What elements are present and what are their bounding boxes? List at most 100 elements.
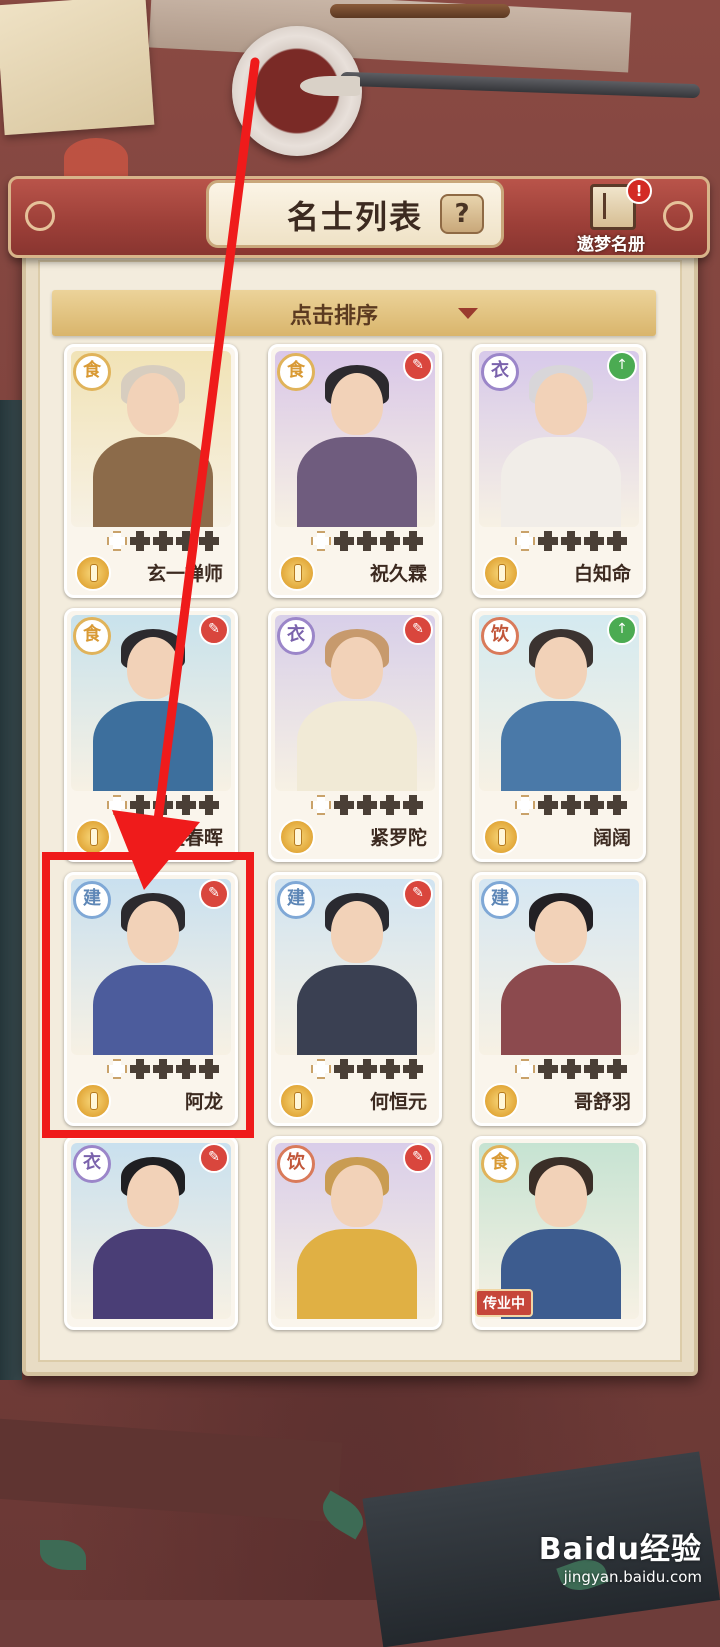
star-icon [199,531,219,551]
background-brush [330,4,510,18]
coin-icon [75,555,111,591]
status-icon: ✎ [403,351,433,381]
ornament-icon [25,201,55,231]
scholar-card[interactable]: 食 ✎ 祝久霖 [268,344,442,598]
triangle-down-icon [458,308,478,319]
star-icon [380,531,400,551]
scholar-name: 祝久霖 [369,563,427,585]
upgrade-arrow-icon: ↑ [607,351,637,381]
type-badge: 建 [277,881,315,919]
scholar-card[interactable]: 饮 ✎ [268,1136,442,1330]
star-icon [538,531,558,551]
highlight-box-annotation [42,852,254,1138]
scholar-name: 孟春晖 [165,827,223,849]
coin-icon [75,819,111,855]
type-badge: 衣 [277,617,315,655]
star-icon [538,795,558,815]
portrait-robe [501,965,621,1055]
star-icon [176,531,196,551]
watermark-url: jingyan.baidu.com [563,1568,702,1586]
scholar-card[interactable]: 食传业中 [472,1136,646,1330]
portrait-robe [501,701,621,791]
type-badge: 衣 [73,1145,111,1183]
star-icon [538,1059,558,1079]
notification-badge: ! [626,178,652,204]
scholar-card[interactable]: 食玄一禅师 [64,344,238,598]
type-badge: 建 [481,881,519,919]
portrait-face [127,373,179,435]
help-button[interactable]: ? [440,194,484,234]
star-icon [357,531,377,551]
scholar-card[interactable]: 饮 ↑ 阔阔 [472,608,646,862]
portrait-robe [297,701,417,791]
coin-icon [279,819,315,855]
star-icon [130,795,150,815]
star-rating [515,531,630,553]
scholar-card[interactable]: 衣 ✎ [64,1136,238,1330]
star-icon [176,795,196,815]
portrait-robe [501,437,621,527]
star-icon [607,1059,627,1079]
star-icon [380,1059,400,1079]
star-icon [584,531,604,551]
star-icon [561,1059,581,1079]
scholar-name: 紧罗陀 [369,827,427,849]
star-icon [357,1059,377,1079]
star-rating [107,531,222,553]
scholar-card[interactable]: 衣 ✎ 紧罗陀 [268,608,442,862]
portrait-robe [297,965,417,1055]
portrait-face [535,373,587,435]
scholar-name: 白知命 [573,563,631,585]
star-icon [584,1059,604,1079]
star-icon [334,1059,354,1079]
dream-book-label: 遨梦名册 [577,235,645,255]
star-icon [130,531,150,551]
portrait-face [331,901,383,963]
type-badge: 饮 [481,617,519,655]
portrait-face [331,373,383,435]
star-icon [515,1059,535,1079]
star-icon [153,795,173,815]
portrait-robe [297,1229,417,1319]
scholar-card[interactable]: 建哥舒羽 [472,872,646,1126]
status-icon: ✎ [403,879,433,909]
portrait-face [535,901,587,963]
scholar-name: 哥舒羽 [573,1091,631,1113]
portrait-robe [93,701,213,791]
star-icon [515,795,535,815]
scholar-card[interactable]: 衣 ↑ 白知命 [472,344,646,598]
type-badge: 食 [73,617,111,655]
scholar-card[interactable]: 食 ✎ 孟春晖 [64,608,238,862]
upgrade-arrow-icon: ↑ [607,615,637,645]
star-rating [311,1059,426,1081]
brush-tip-decoration [300,76,360,96]
portrait-face [535,1165,587,1227]
coin-icon [279,1083,315,1119]
sort-button[interactable]: 点击排序 [52,290,656,336]
portrait-face [127,637,179,699]
star-icon [403,531,423,551]
star-rating [515,795,630,817]
star-icon [153,531,173,551]
star-icon [311,1059,331,1079]
sort-label: 点击排序 [289,304,378,329]
star-icon [311,795,331,815]
star-icon [607,795,627,815]
portrait-face [127,1165,179,1227]
star-icon [584,795,604,815]
star-icon [403,795,423,815]
status-icon: ✎ [199,615,229,645]
star-icon [311,531,331,551]
type-badge: 饮 [277,1145,315,1183]
type-badge: 食 [73,353,111,391]
scholar-card[interactable]: 建 ✎ 何恒元 [268,872,442,1126]
star-icon [561,531,581,551]
dream-book-button[interactable]: ! 遨梦名册 [574,178,652,255]
scholar-name: 玄一禅师 [146,563,223,585]
watermark: Baidu经验 jingyan.baidu.com [539,1524,702,1586]
star-icon [107,531,127,551]
status-badge: 传业中 [475,1289,533,1317]
star-rating [311,795,426,817]
star-icon [607,531,627,551]
status-icon: ✎ [403,615,433,645]
